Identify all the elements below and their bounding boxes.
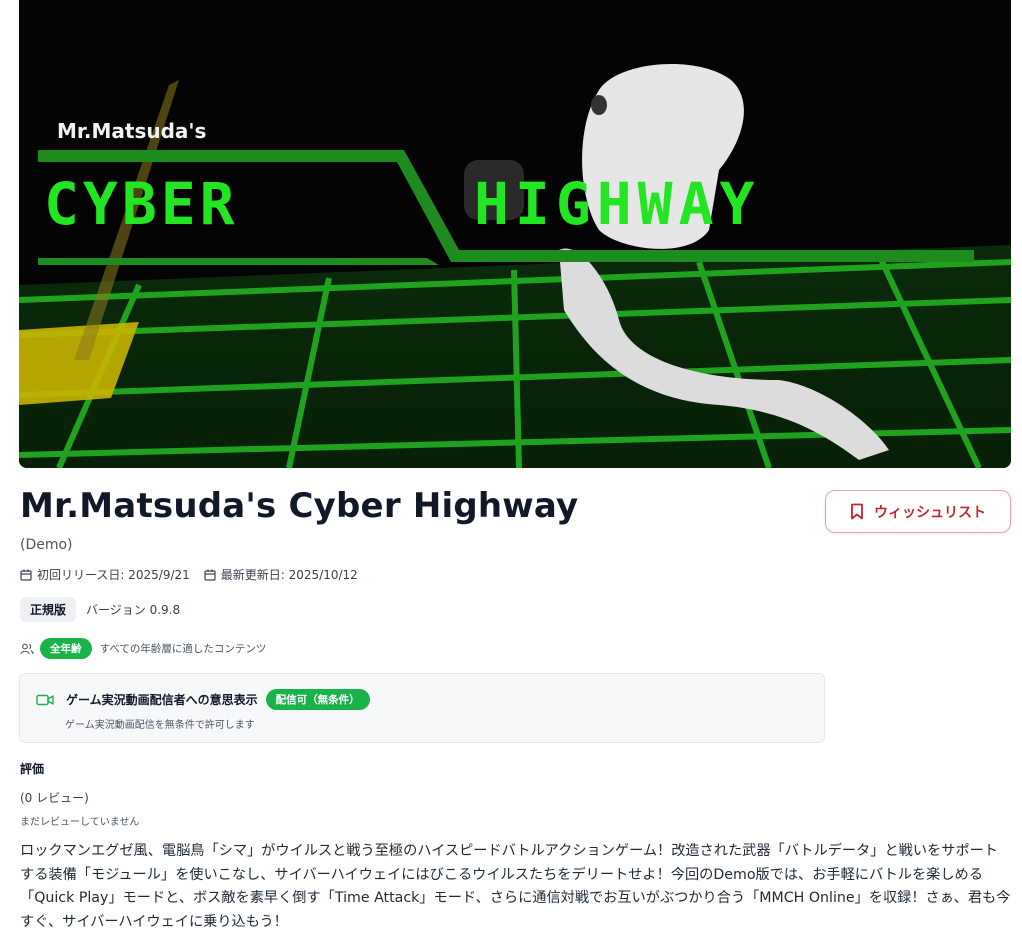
last-update-date: 最新更新日: 2025/10/12 xyxy=(220,568,358,582)
streaming-policy-box: ゲーム実況動画配信者への意思表示 配信可（無条件） ゲーム実況動画配信を無条件で… xyxy=(19,673,825,743)
bookmark-icon xyxy=(851,503,863,520)
version-text: バージョン 0.9.8 xyxy=(86,603,181,617)
age-rating-row: 全年齢 すべての年齢層に適したコンテンツ xyxy=(20,638,266,659)
rating-heading: 評価 xyxy=(20,762,45,776)
streaming-note: ゲーム実況動画配信を無条件で許可します xyxy=(65,720,255,731)
review-count: (0 レビュー) xyxy=(20,791,89,805)
users-icon xyxy=(20,643,34,654)
hero-image: Mr.Matsuda's CYBER HIGHWAY xyxy=(19,0,1011,468)
age-note: すべての年齢層に適したコンテンツ xyxy=(99,643,267,655)
review-note: まだレビューしていません xyxy=(20,817,140,828)
release-dates: 初回リリース日: 2025/9/21 最新更新日: 2025/10/12 xyxy=(20,566,372,583)
streaming-label: ゲーム実況動画配信者への意思表示 xyxy=(66,693,258,707)
logo-cyber: CYBER xyxy=(44,170,239,238)
video-icon xyxy=(36,694,54,705)
logo-highway: HIGHWAY xyxy=(474,170,760,238)
age-badge: 全年齢 xyxy=(40,638,92,659)
game-title: Mr.Matsuda's Cyber Highway xyxy=(20,486,579,526)
streaming-status-badge: 配信可（無条件） xyxy=(265,689,370,710)
calendar-icon xyxy=(20,569,32,581)
game-description: ロックマンエグゼ風、電脳鳥「シマ」がウイルスと戦う至極のハイスピードバトルアクシ… xyxy=(20,843,1011,930)
release-type-badge: 正規版 xyxy=(20,597,77,622)
wishlist-label: ウィッシュリスト xyxy=(874,504,986,521)
version-row: 正規版 バージョン 0.9.8 xyxy=(20,597,180,622)
edition-label: (Demo) xyxy=(20,537,73,553)
wishlist-button[interactable]: ウィッシュリスト xyxy=(825,490,1011,533)
calendar-icon xyxy=(204,569,216,581)
first-release-date: 初回リリース日: 2025/9/21 xyxy=(37,568,190,582)
logo-subtitle: Mr.Matsuda's xyxy=(57,119,206,143)
